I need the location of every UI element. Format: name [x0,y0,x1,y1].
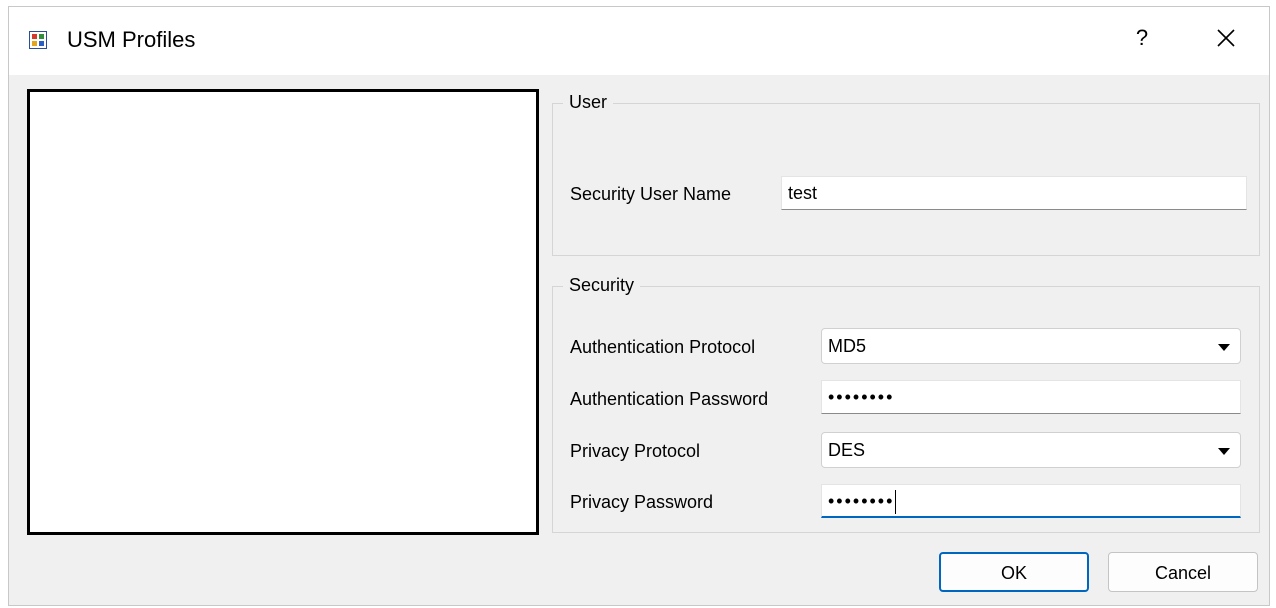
auth-protocol-label: Authentication Protocol [570,337,756,357]
profiles-list[interactable] [27,89,539,535]
close-button[interactable] [1209,23,1243,53]
security-user-name-label: Security User Name [570,184,732,204]
user-group: User Security User Name test [552,91,1260,256]
privacy-protocol-label: Privacy Protocol [570,441,701,461]
security-group-title: Security [563,274,641,296]
privacy-protocol-select[interactable]: DES [821,432,1241,468]
auth-password-value: •••••••• [828,387,895,407]
privacy-password-value: •••••••• [828,491,895,511]
privacy-password-label: Privacy Password [570,492,714,512]
privacy-password-input[interactable]: •••••••• [821,484,1241,518]
window-title: USM Profiles [67,27,196,52]
auth-password-input[interactable]: •••••••• [821,380,1241,414]
ok-button[interactable]: OK [939,552,1089,592]
auth-protocol-value: MD5 [828,336,867,356]
close-icon [1217,29,1235,47]
cancel-button[interactable]: Cancel [1108,552,1258,592]
security-user-name-input[interactable]: test [781,176,1247,210]
chevron-down-icon [1218,344,1230,351]
auth-password-label: Authentication Password [570,389,769,409]
title-bar: USM Profiles ? [9,7,1269,75]
text-caret [895,490,897,515]
auth-protocol-select[interactable]: MD5 [821,328,1241,364]
user-group-title: User [563,91,614,113]
privacy-protocol-value: DES [828,440,866,460]
usm-profiles-dialog: USM Profiles ? User Security User Name t… [8,6,1270,606]
help-button[interactable]: ? [1127,23,1157,53]
chevron-down-icon [1218,448,1230,455]
app-icon [29,31,47,49]
security-group: Security Authentication Protocol MD5 Aut… [552,274,1260,533]
